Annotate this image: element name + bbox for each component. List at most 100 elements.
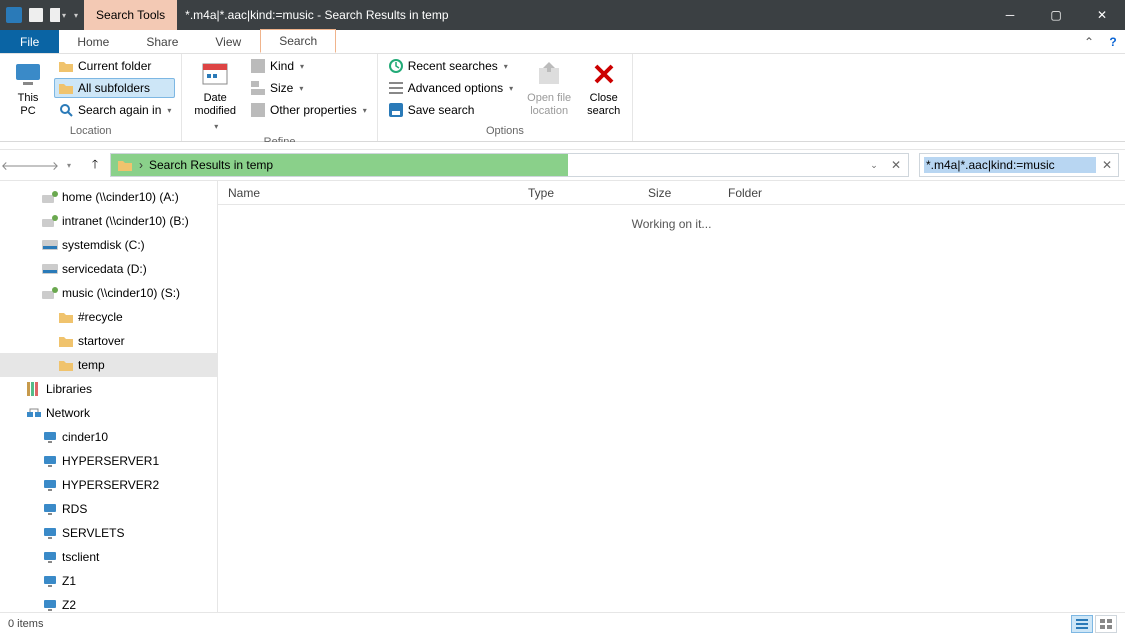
tree-item-label: music (\\cinder10) (S:) [62,286,180,300]
forward-button: 🡒 [32,154,54,176]
column-name[interactable]: Name [218,186,518,200]
disk-icon [42,261,58,277]
close-search-button[interactable]: Close search [581,56,626,120]
navigation-pane: home (\\cinder10) (A:) intranet (\\cinder… [0,181,218,612]
tree-item[interactable]: HYPERSERVER1 [0,449,217,473]
tree-item[interactable]: intranet (\\cinder10) (B:) [0,209,217,233]
qat-btn-1[interactable] [28,7,44,23]
kind-icon [250,58,266,74]
monitor-icon [42,597,58,612]
tree-item-label: Libraries [46,382,92,396]
advanced-options-button[interactable]: Advanced options▾ [384,78,517,98]
current-folder-button[interactable]: Current folder [54,56,175,76]
recent-locations-icon[interactable]: ▾ [58,154,80,176]
chevron-down-icon: ▾ [300,62,304,71]
save-search-button[interactable]: Save search [384,100,517,120]
folder-tree[interactable]: home (\\cinder10) (A:) intranet (\\cinder… [0,181,217,612]
subfolders-icon [58,80,74,96]
search-again-in-label: Search again in [78,103,161,117]
save-search-label: Save search [408,103,475,117]
size-button[interactable]: Size ▾ [246,78,371,98]
clear-search-icon[interactable]: ✕ [1100,158,1114,172]
tree-item[interactable]: #recycle [0,305,217,329]
tree-item[interactable]: SERVLETS [0,521,217,545]
search-box[interactable]: *.m4a|*.aac|kind:=music ✕ [919,153,1119,177]
context-tab-search-tools[interactable]: Search Tools [84,0,177,30]
help-icon[interactable]: ? [1101,30,1125,53]
tree-item[interactable]: music (\\cinder10) (S:) [0,281,217,305]
open-file-location-button: Open file location [521,56,577,120]
tree-item[interactable]: tsclient [0,545,217,569]
tree-item[interactable]: Z1 [0,569,217,593]
tree-item[interactable]: temp [0,353,217,377]
date-modified-button[interactable]: Date modified▾ [188,56,242,135]
qat-customize-icon[interactable]: ▾ [74,11,78,20]
all-subfolders-button[interactable]: All subfolders [54,78,175,98]
tab-file[interactable]: File [0,30,59,53]
up-button[interactable]: 🡑 [84,154,106,176]
monitor-icon [42,573,58,589]
content-pane: Name Type Size Folder Working on it... [218,181,1125,612]
column-type[interactable]: Type [518,186,638,200]
tree-item[interactable]: Network [0,401,217,425]
tree-item-label: startover [78,334,125,348]
ribbon-group-location: This PC Current folder All subfolders Se… [0,54,182,141]
kind-label: Kind [270,59,294,73]
column-folder[interactable]: Folder [718,186,838,200]
back-button[interactable]: 🡐 [6,154,28,176]
netdrive-icon [42,285,58,301]
tab-home[interactable]: Home [59,30,128,53]
chevron-down-icon: ▾ [299,84,303,93]
this-pc-label: This PC [18,92,39,118]
chevron-down-icon: ▾ [214,120,218,133]
tree-item[interactable]: HYPERSERVER2 [0,473,217,497]
stop-icon[interactable]: ✕ [888,157,904,173]
tab-view[interactable]: View [197,30,260,53]
working-message: Working on it... [218,205,1125,612]
calendar-icon [199,58,231,90]
breadcrumb-sep: › [139,158,143,172]
titlebar: ▾ ▾ Search Tools *.m4a|*.aac|kind:=music… [0,0,1125,30]
group-label-options: Options [384,124,626,139]
this-pc-button[interactable]: This PC [6,56,50,120]
tree-item-label: cinder10 [62,430,108,444]
tree-item[interactable]: startover [0,329,217,353]
column-size[interactable]: Size [638,186,718,200]
qat-btn-2[interactable]: ▾ [50,7,66,23]
tree-item[interactable]: systemdisk (C:) [0,233,217,257]
maximize-button[interactable]: ▢ [1033,0,1079,30]
size-label: Size [270,81,293,95]
tree-item[interactable]: Z2 [0,593,217,612]
breadcrumb[interactable]: Search Results in temp [149,158,273,172]
search-query[interactable]: *.m4a|*.aac|kind:=music [924,157,1096,173]
tree-item-label: home (\\cinder10) (A:) [62,190,179,204]
kind-button[interactable]: Kind ▾ [246,56,371,76]
thumbnails-view-button[interactable] [1095,615,1117,633]
tree-item-label: HYPERSERVER2 [62,478,159,492]
close-button[interactable]: ✕ [1079,0,1125,30]
advanced-options-label: Advanced options [408,81,503,95]
search-again-in-button[interactable]: Search again in▾ [54,100,175,120]
app-icon [6,7,22,23]
tab-search[interactable]: Search [260,29,336,53]
tree-item[interactable]: servicedata (D:) [0,257,217,281]
tab-share[interactable]: Share [128,30,197,53]
folder-icon [58,58,74,74]
other-properties-label: Other properties [270,103,357,117]
tree-item[interactable]: home (\\cinder10) (A:) [0,185,217,209]
recent-searches-button[interactable]: Recent searches▾ [384,56,517,76]
address-dropdown-icon[interactable]: ⌄ [866,157,882,173]
minimize-button[interactable]: ─ [987,0,1033,30]
tree-item-label: servicedata (D:) [62,262,147,276]
collapse-ribbon-icon[interactable]: ⌃ [1077,30,1101,53]
ribbon-group-options: Recent searches▾ Advanced options▾ Save … [378,54,633,141]
tree-item[interactable]: RDS [0,497,217,521]
other-properties-button[interactable]: Other properties▾ [246,100,371,120]
details-view-button[interactable] [1071,615,1093,633]
tree-item[interactable]: cinder10 [0,425,217,449]
tree-item[interactable]: Libraries [0,377,217,401]
column-headers: Name Type Size Folder [218,181,1125,205]
address-bar[interactable]: › Search Results in temp ⌄ ✕ [110,153,909,177]
navigation-bar: 🡐 🡒 ▾ 🡑 › Search Results in temp ⌄ ✕ *.m… [0,150,1125,180]
tree-item-label: #recycle [78,310,123,324]
